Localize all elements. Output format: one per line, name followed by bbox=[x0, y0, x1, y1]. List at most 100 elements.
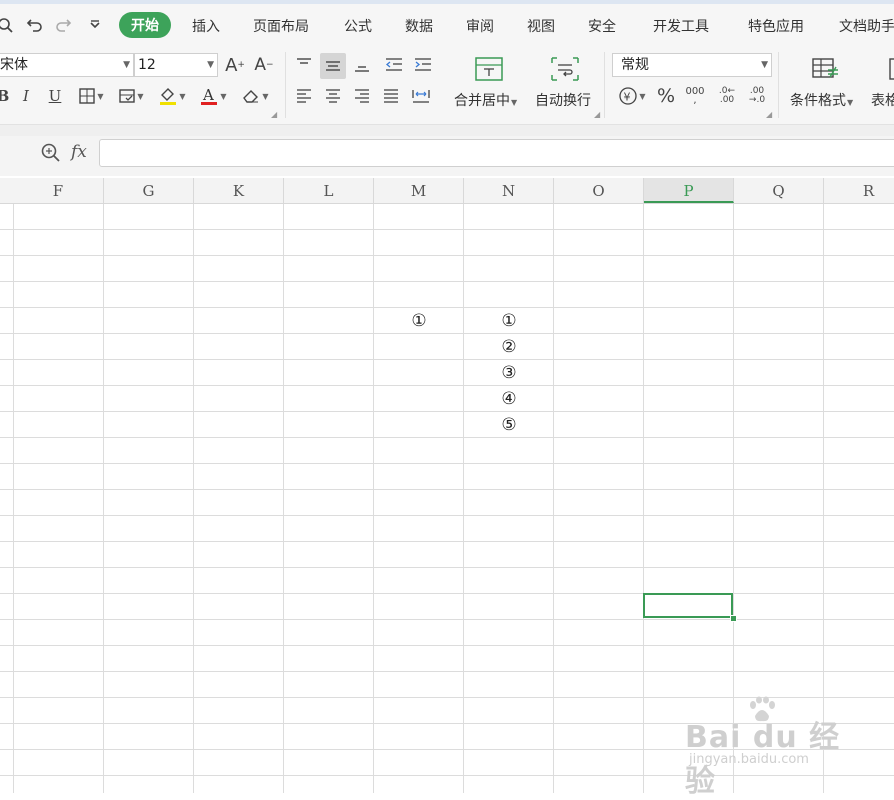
tab-security[interactable]: 安全 bbox=[588, 16, 616, 36]
column-header-n[interactable]: N bbox=[464, 178, 554, 203]
grid-line bbox=[0, 489, 894, 490]
selected-cell[interactable] bbox=[643, 593, 733, 618]
percent-format-icon[interactable]: % bbox=[654, 85, 678, 107]
cell-n-circled-4[interactable]: ④ bbox=[464, 386, 554, 412]
grid-line bbox=[0, 671, 894, 672]
grid-line bbox=[193, 204, 194, 793]
quick-access-more-icon[interactable] bbox=[84, 14, 106, 36]
column-header-r[interactable]: R bbox=[824, 178, 894, 203]
chevron-down-icon: ▼ bbox=[761, 60, 768, 70]
tab-review[interactable]: 审阅 bbox=[466, 16, 494, 36]
ribbon-separator bbox=[604, 52, 605, 118]
cell-m-circled-1[interactable]: ① bbox=[374, 308, 464, 334]
grid-line bbox=[0, 411, 894, 412]
wrap-text-icon[interactable] bbox=[548, 54, 582, 84]
number-format-select[interactable]: 常规 ▼ bbox=[612, 53, 772, 77]
tab-insert[interactable]: 插入 bbox=[192, 16, 220, 36]
chevron-down-icon: ▼ bbox=[207, 60, 214, 70]
thousands-separator-icon[interactable]: 000, bbox=[682, 85, 708, 107]
wrap-text-button[interactable]: 自动换行 bbox=[535, 90, 591, 110]
currency-format-icon[interactable]: ¥ ▼ bbox=[614, 85, 650, 107]
tab-home[interactable]: 开始 bbox=[119, 12, 171, 38]
decrease-indent-icon[interactable] bbox=[382, 53, 406, 77]
column-header-k[interactable]: K bbox=[194, 178, 284, 203]
decrease-font-size-icon[interactable]: A − bbox=[252, 54, 276, 76]
font-name-value: 宋体 bbox=[0, 57, 28, 73]
undo-icon[interactable] bbox=[24, 14, 46, 36]
align-bottom-icon[interactable] bbox=[350, 53, 374, 77]
increase-indent-icon[interactable] bbox=[411, 53, 435, 77]
font-size-select[interactable]: 12 ▼ bbox=[134, 53, 218, 77]
tab-formulas[interactable]: 公式 bbox=[344, 16, 372, 36]
grid-line bbox=[0, 593, 894, 594]
align-middle-icon[interactable] bbox=[320, 53, 346, 79]
underline-icon[interactable]: U bbox=[44, 85, 66, 107]
table-style-button[interactable]: 表格 bbox=[871, 90, 894, 110]
bold-icon[interactable]: B bbox=[0, 85, 10, 107]
cell-n-circled-3[interactable]: ③ bbox=[464, 360, 554, 386]
merge-center-label: 合并居中 bbox=[454, 93, 510, 109]
grid-line bbox=[103, 204, 104, 793]
decrease-decimal-icon[interactable]: .00 →.0 bbox=[744, 85, 770, 107]
conditional-format-icon[interactable] bbox=[808, 54, 842, 84]
tab-doc-assistant[interactable]: 文档助手 bbox=[839, 16, 894, 36]
number-dialog-launcher-icon[interactable]: ◢ bbox=[766, 110, 772, 119]
merge-center-icon[interactable] bbox=[472, 54, 506, 84]
grid-line bbox=[0, 281, 894, 282]
align-left-icon[interactable] bbox=[292, 84, 316, 108]
column-header-f[interactable]: F bbox=[13, 178, 104, 203]
grid-line bbox=[283, 204, 284, 793]
tab-data[interactable]: 数据 bbox=[405, 16, 433, 36]
grid-line bbox=[463, 204, 464, 793]
column-header-o[interactable]: O bbox=[554, 178, 644, 203]
grid-line bbox=[0, 619, 894, 620]
grid-line bbox=[0, 255, 894, 256]
zoom-search-icon[interactable] bbox=[40, 142, 62, 169]
font-name-select[interactable]: 宋体 ▼ bbox=[0, 53, 134, 77]
font-dialog-launcher-icon[interactable]: ◢ bbox=[271, 110, 277, 119]
tab-special-apps[interactable]: 特色应用 bbox=[748, 16, 804, 36]
fill-color-icon[interactable]: ▼ bbox=[154, 85, 190, 107]
column-header-q[interactable]: Q bbox=[734, 178, 824, 203]
cell-n-circled-5[interactable]: ⑤ bbox=[464, 412, 554, 438]
clear-format-icon[interactable]: ▼ bbox=[238, 85, 272, 107]
fill-handle[interactable] bbox=[730, 615, 737, 622]
align-right-icon[interactable] bbox=[350, 84, 374, 108]
grid-line bbox=[0, 437, 894, 438]
column-header-row: F G K L M N O P Q R bbox=[0, 178, 894, 204]
borders-icon[interactable]: ▼ bbox=[74, 85, 108, 107]
ribbon-home: 宋体 ▼ 12 ▼ A + A − B I U ▼ ▼ ▼ A ▼ ▼ ◢ 合并… bbox=[0, 48, 894, 125]
align-top-icon[interactable] bbox=[292, 53, 316, 77]
baidu-jingyan-watermark: Bai du 经验 jingyan.baidu.com bbox=[685, 694, 860, 799]
tab-page-layout[interactable]: 页面布局 bbox=[253, 16, 309, 36]
grid-line bbox=[0, 515, 894, 516]
column-header-l[interactable]: L bbox=[284, 178, 374, 203]
tab-developer[interactable]: 开发工具 bbox=[653, 16, 709, 36]
formula-input[interactable] bbox=[99, 139, 894, 167]
table-style-icon[interactable] bbox=[884, 54, 894, 84]
cell-style-icon[interactable]: ▼ bbox=[114, 85, 148, 107]
conditional-format-button[interactable]: 条件格式▼ bbox=[790, 90, 853, 110]
column-header-m[interactable]: M bbox=[374, 178, 464, 203]
tab-view[interactable]: 视图 bbox=[527, 16, 555, 36]
increase-font-size-icon[interactable]: A + bbox=[223, 54, 247, 76]
insert-function-button[interactable]: fx bbox=[71, 142, 87, 162]
chevron-down-icon: ▼ bbox=[123, 60, 130, 70]
increase-decimal-icon[interactable]: .0← .00 bbox=[714, 85, 740, 107]
column-header-g[interactable]: G bbox=[104, 178, 194, 203]
alignment-dialog-launcher-icon[interactable]: ◢ bbox=[594, 110, 600, 119]
font-color-icon[interactable]: A ▼ bbox=[196, 85, 230, 107]
align-center-icon[interactable] bbox=[321, 84, 345, 108]
print-preview-icon[interactable] bbox=[0, 14, 16, 36]
justify-icon[interactable] bbox=[379, 84, 403, 108]
grid-line bbox=[0, 541, 894, 542]
redo-icon[interactable] bbox=[52, 14, 74, 36]
column-header-p[interactable]: P bbox=[644, 178, 734, 203]
merge-center-button[interactable]: 合并居中▼ bbox=[454, 90, 517, 110]
distributed-align-icon[interactable] bbox=[408, 84, 434, 108]
cell-n-circled-2[interactable]: ② bbox=[464, 334, 554, 360]
cell-n-circled-1[interactable]: ① bbox=[464, 308, 554, 334]
svg-text:¥: ¥ bbox=[624, 91, 631, 104]
italic-icon[interactable]: I bbox=[16, 85, 36, 107]
ribbon-separator bbox=[285, 52, 286, 118]
